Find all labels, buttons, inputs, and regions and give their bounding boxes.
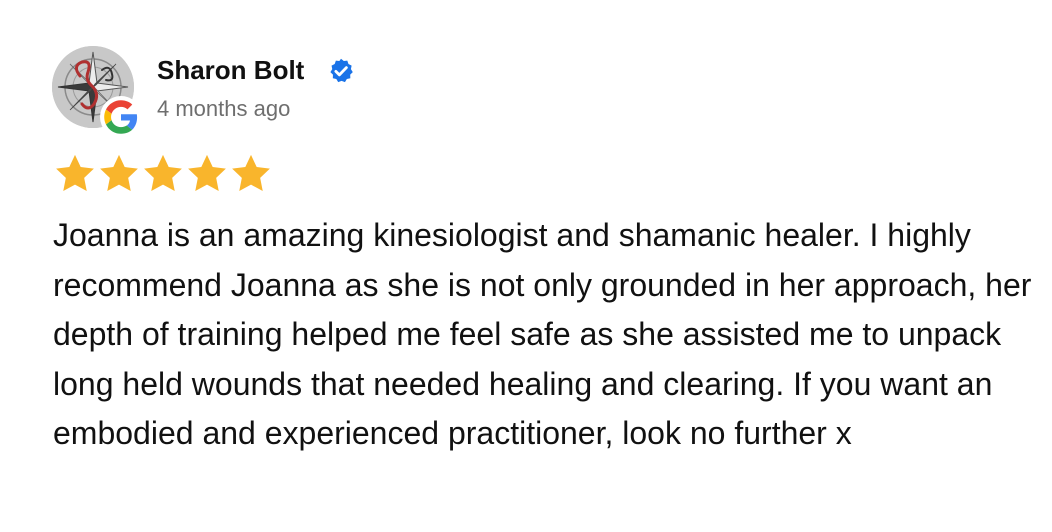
review-text: Joanna is an amazing kinesiologist and s…: [53, 217, 1032, 451]
star-icon: [232, 154, 270, 192]
review-time: 4 months ago: [157, 96, 291, 121]
star-rating: [53, 152, 273, 196]
star-icon: [144, 154, 182, 192]
review-card: Sharon Bolt 4 months ago Joanna is an am…: [0, 0, 1052, 532]
google-icon: [100, 96, 142, 138]
star-icon: [56, 154, 94, 192]
star-icon: [188, 154, 226, 192]
reviewer-name[interactable]: Sharon Bolt: [157, 53, 304, 87]
star-icon: [100, 154, 138, 192]
reviewer-avatar-group[interactable]: [52, 46, 144, 138]
verified-badge-icon: [330, 58, 353, 83]
